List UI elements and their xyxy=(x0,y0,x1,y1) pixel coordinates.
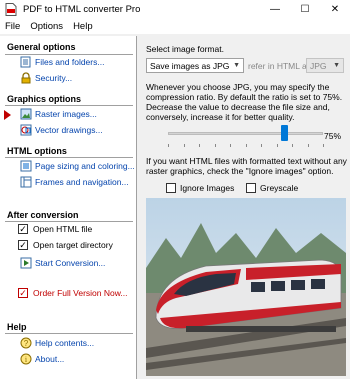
slider-tick xyxy=(292,144,293,147)
compression-description: Whenever you choose JPG, you may specify… xyxy=(146,82,343,122)
pdf-app-icon xyxy=(5,2,17,16)
files-and-folders-link[interactable]: Files and folders... xyxy=(20,56,104,68)
folder-icon xyxy=(20,56,32,68)
menu-help[interactable]: Help xyxy=(68,21,98,32)
link-label: Order Full Version Now... xyxy=(33,288,128,298)
help-icon: ? xyxy=(20,337,32,349)
refer-in-html-label: refer in HTML as xyxy=(248,61,311,71)
ignore-images-checkbox[interactable]: Ignore Images xyxy=(166,183,234,193)
window-title: PDF to HTML converter Pro xyxy=(23,3,141,15)
slider-tick xyxy=(214,144,216,147)
slider-ticks xyxy=(168,144,324,148)
slider-tick xyxy=(307,144,309,147)
page-sizing-link[interactable]: Page sizing and coloring... xyxy=(20,160,135,172)
slider-tick xyxy=(230,144,231,147)
checkbox-label: Open target directory xyxy=(33,240,113,250)
checkbox-box xyxy=(246,183,256,193)
chevron-down-icon: ▼ xyxy=(233,62,240,69)
slider-tick xyxy=(199,144,200,147)
divider xyxy=(5,54,133,55)
menu-bar: File Options Help xyxy=(0,18,350,35)
divider xyxy=(5,221,133,222)
slider-tick xyxy=(183,144,185,147)
greyscale-checkbox[interactable]: Greyscale xyxy=(246,183,298,193)
link-label: Vector drawings... xyxy=(35,125,103,135)
checkmark-icon: ✓ xyxy=(18,288,28,298)
link-label: Start Conversion... xyxy=(35,258,106,268)
page-sizing-icon xyxy=(20,160,32,172)
link-label: Page sizing and coloring... xyxy=(35,161,135,171)
link-label: About... xyxy=(35,354,65,364)
order-full-version-link[interactable]: ✓ Order Full Version Now... xyxy=(18,288,127,298)
image-icon xyxy=(20,108,32,120)
maximize-icon[interactable]: ☐ xyxy=(290,0,320,18)
refer-format-select: JPG ▼ xyxy=(306,58,344,73)
menu-options[interactable]: Options xyxy=(25,21,68,32)
lock-icon xyxy=(20,72,32,84)
quality-value: 75% xyxy=(324,131,342,141)
convert-icon xyxy=(20,257,32,269)
checkbox-label: Greyscale xyxy=(260,183,299,193)
vector-drawings-link[interactable]: Vector drawings... xyxy=(20,124,103,136)
quality-slider-thumb[interactable] xyxy=(281,125,289,141)
divider xyxy=(5,333,133,334)
help-contents-link[interactable]: ? Help contents... xyxy=(20,337,94,349)
graphics-options-heading: Graphics options xyxy=(7,94,82,104)
checkbox-box xyxy=(166,183,176,193)
minimize-icon[interactable]: — xyxy=(260,0,290,18)
slider-tick xyxy=(168,144,169,147)
raster-images-link[interactable]: Raster images... xyxy=(20,108,97,120)
slider-tick xyxy=(245,144,247,147)
title-bar: PDF to HTML converter Pro — ☐ ✕ xyxy=(0,0,350,18)
link-label: Frames and navigation... xyxy=(35,177,129,187)
divider xyxy=(5,157,133,158)
checkbox-label: Ignore Images xyxy=(180,183,235,193)
image-format-select[interactable]: Save images as JPG ▼ xyxy=(146,58,244,73)
open-html-file-checkbox[interactable]: ✓ Open HTML file xyxy=(18,224,92,234)
security-link[interactable]: Security... xyxy=(20,72,72,84)
chevron-down-icon: ▼ xyxy=(333,62,340,69)
raster-images-panel: Select image format. Save images as JPG … xyxy=(138,36,350,379)
options-sidebar: General options Files and folders... Sec… xyxy=(0,36,137,379)
info-icon: i xyxy=(20,353,32,365)
ignore-images-note: If you want HTML files with formatted te… xyxy=(146,156,347,176)
open-target-directory-checkbox[interactable]: ✓ Open target directory xyxy=(18,240,113,250)
image-preview xyxy=(146,198,346,376)
about-link[interactable]: i About... xyxy=(20,353,64,365)
select-value: Save images as JPG xyxy=(150,60,230,71)
divider xyxy=(5,105,133,106)
checkmark-icon: ✓ xyxy=(18,240,28,250)
general-options-heading: General options xyxy=(7,42,76,52)
slider-tick xyxy=(276,144,278,147)
select-value: JPG xyxy=(310,60,327,71)
train-photo xyxy=(146,198,346,376)
slider-tick xyxy=(323,144,324,147)
svg-text:?: ? xyxy=(24,339,29,348)
close-icon[interactable]: ✕ xyxy=(320,0,350,18)
help-heading: Help xyxy=(7,322,27,332)
html-options-heading: HTML options xyxy=(7,146,67,156)
slider-tick xyxy=(261,144,262,147)
start-conversion-link[interactable]: Start Conversion... xyxy=(20,257,105,269)
after-conversion-heading: After conversion xyxy=(7,210,79,220)
checkbox-label: Open HTML file xyxy=(33,224,93,234)
selected-arrow-icon xyxy=(4,110,11,120)
link-label: Files and folders... xyxy=(35,57,105,67)
link-label: Security... xyxy=(35,73,73,83)
link-label: Raster images... xyxy=(35,109,97,119)
link-label: Help contents... xyxy=(35,338,95,348)
frames-navigation-link[interactable]: Frames and navigation... xyxy=(20,176,129,188)
select-format-label: Select image format. xyxy=(146,44,224,54)
menu-file[interactable]: File xyxy=(0,21,25,32)
quality-slider-track[interactable] xyxy=(168,132,323,135)
frames-icon xyxy=(20,176,32,188)
checkmark-icon: ✓ xyxy=(18,224,28,234)
vector-drawing-icon xyxy=(20,124,32,136)
